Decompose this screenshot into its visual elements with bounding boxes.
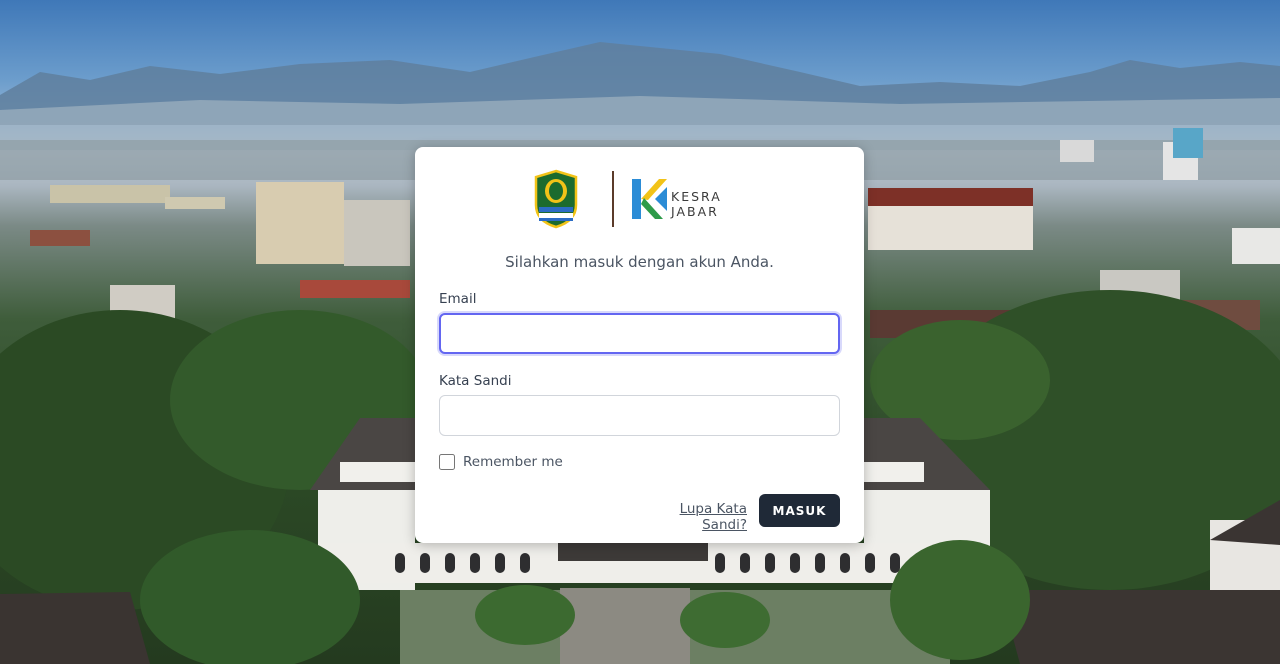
password-label: Kata Sandi <box>439 373 512 389</box>
submit-button[interactable]: MASUK <box>759 494 840 527</box>
email-field[interactable] <box>439 313 840 354</box>
logo-divider <box>612 171 614 227</box>
email-label: Email <box>439 291 477 307</box>
west-java-emblem-icon <box>534 169 578 229</box>
kesra-jabar-logo-icon <box>632 179 667 219</box>
forgot-password-link[interactable]: Lupa Kata Sandi? <box>639 501 747 533</box>
brand-text: KESRA JABAR <box>671 189 722 219</box>
login-card: KESRA JABAR Silahkan masuk dengan akun A… <box>415 147 864 543</box>
remember-me-checkbox[interactable] <box>439 454 455 470</box>
logo-group <box>534 169 667 229</box>
login-subtitle: Silahkan masuk dengan akun Anda. <box>505 253 774 271</box>
password-field[interactable] <box>439 395 840 436</box>
logo-header: KESRA JABAR <box>415 169 864 229</box>
brand-line1: KESRA <box>671 189 722 204</box>
brand-line2: JABAR <box>671 204 719 219</box>
remember-me-label: Remember me <box>463 454 563 470</box>
remember-me-row: Remember me <box>439 454 563 470</box>
